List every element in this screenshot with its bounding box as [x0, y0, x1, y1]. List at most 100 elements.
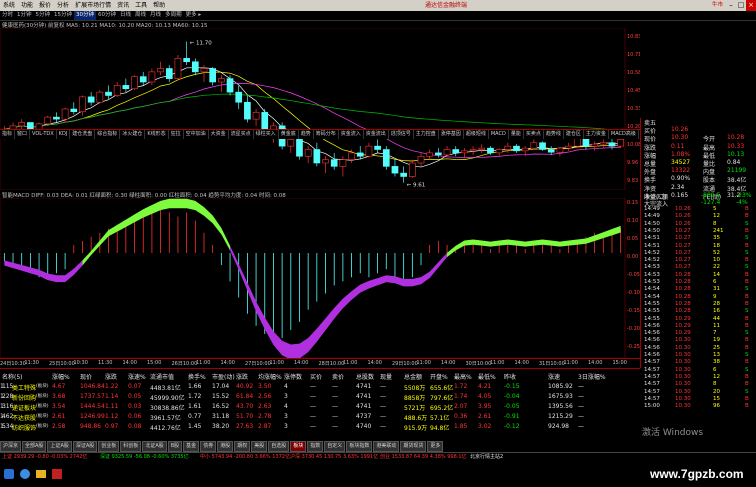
market-tab[interactable]: 美股 [251, 441, 268, 452]
indicator-tab[interactable]: 逃顶信号 [389, 130, 414, 139]
menu-item-tools[interactable]: 工具 [132, 0, 150, 11]
indicator-tab[interactable]: 黄金底 [279, 130, 299, 139]
menu-item-function[interactable]: 功能 [18, 0, 36, 11]
market-tab[interactable]: 指数 [307, 441, 324, 452]
table-header-cell[interactable]: 涨幅% [52, 372, 70, 381]
period-tab[interactable]: 30分钟 [74, 11, 97, 20]
table-header-cell[interactable]: 昨收 [504, 372, 516, 381]
market-tab[interactable]: 更多 [427, 441, 444, 452]
indicator-tab[interactable]: 涨停基因 [439, 130, 464, 139]
table-header-cell[interactable]: 流通市值 [150, 372, 174, 381]
market-tab[interactable]: 自选股 [268, 441, 290, 452]
indicator-tab[interactable]: 绿柱买入 [254, 130, 279, 139]
table-row[interactable]: 5 纺织服饰 (板块) 2.58 948.86 0.97 0.08 4412.76亿 1.45 3… [0, 422, 640, 432]
indicator-tab[interactable]: 智能MACD [639, 130, 640, 139]
market-tab[interactable]: 债券 [200, 441, 217, 452]
market-tab[interactable]: 自定义 [324, 441, 346, 452]
indicator-tab[interactable]: VOL-TDX [30, 130, 57, 139]
start-icon[interactable] [4, 469, 14, 479]
period-tab[interactable]: 多周期 [163, 11, 184, 20]
table-row[interactable]: 1 类工特殊 (板块) 4.67 1046.84 1.22 0.07 4483.81亿 1.66… [0, 382, 640, 392]
indicator-tab[interactable]: MACD [489, 130, 509, 139]
menu-item-quote[interactable]: 报价 [36, 0, 54, 11]
indicator-tab[interactable]: 主力资金 [584, 130, 609, 139]
indicator-tab[interactable]: 超级短线 [464, 130, 489, 139]
candlestick-chart[interactable]: ← 11.70 ← 9.61 10.83 10.71 10.58 10.45 10.33 10… [0, 28, 640, 190]
period-tab[interactable]: 15分钟 [52, 11, 74, 20]
indicator-tab[interactable]: 狂拉 [169, 130, 184, 139]
indicator-tab[interactable]: 流星买点 [229, 130, 254, 139]
table-header-cell[interactable]: 3日涨幅% [578, 372, 606, 381]
indicator-tab[interactable]: 买卖点 [524, 130, 544, 139]
period-tab[interactable]: 60分钟 [96, 11, 118, 20]
menu-item-ext-market[interactable]: 扩展市场行情 [72, 0, 114, 11]
market-tab[interactable]: 深证A股 [72, 441, 98, 452]
market-tab[interactable]: 港美联动 [373, 441, 400, 452]
indicator-tab[interactable]: 建仓洗盘 [70, 130, 96, 139]
indicator-tab[interactable]: 建仓区 [564, 130, 584, 139]
minimize-icon[interactable]: – [726, 0, 736, 11]
market-tab[interactable]: 基金 [183, 441, 200, 452]
market-tab[interactable]: 期权 [234, 441, 251, 452]
indicator-tab[interactable]: 窗口 [15, 130, 31, 139]
market-tab[interactable]: 期货现货 [400, 441, 427, 452]
indicator-tab[interactable]: KDJ [57, 130, 71, 139]
indicator-tab[interactable]: 筹码分布 [314, 130, 339, 139]
market-tab[interactable]: 北证A股 [142, 441, 167, 452]
menu-item-info[interactable]: 资讯 [114, 0, 132, 11]
period-tab[interactable]: 1分钟 [15, 11, 34, 20]
table-header-cell[interactable]: 市盈(动) [212, 372, 235, 381]
market-tab[interactable]: 沪深京 [0, 441, 22, 452]
period-tab[interactable]: 分时 [0, 11, 15, 20]
indicator-tab[interactable]: 综合指标 [95, 130, 121, 139]
indicator-tab[interactable]: 主力控盘 [414, 130, 439, 139]
table-header-cell[interactable]: 最低% [478, 372, 496, 381]
period-tab[interactable]: 周线 [133, 11, 148, 20]
table-header-cell[interactable]: 开盘% [430, 372, 448, 381]
table-header-cell[interactable]: 买价 [310, 372, 322, 381]
menu-item-analysis[interactable]: 分析 [54, 0, 72, 11]
indicator-tab[interactable]: 资金流入 [339, 130, 364, 139]
table-header-cell[interactable]: 换手% [188, 372, 206, 381]
browser-icon[interactable] [20, 469, 30, 479]
maximize-icon[interactable]: □ [736, 0, 746, 11]
period-tab[interactable]: 更多 ▸ [184, 11, 204, 20]
indicator-tab[interactable]: 空中加油 [184, 130, 209, 139]
market-tab[interactable]: 创业板 [98, 441, 120, 452]
indicator-tab[interactable]: K线形态 [145, 130, 169, 139]
table-header-cell[interactable]: 现量 [380, 372, 392, 381]
table-row[interactable]: 3 递证板块 (板块) 3.54 1444.54 1.11 0.03 30838.86亿 1.6… [0, 402, 640, 412]
table-header-cell[interactable]: 涨跌 [105, 372, 117, 381]
table-header-cell[interactable]: 名称(5) [2, 372, 23, 381]
close-icon[interactable]: × [746, 0, 756, 11]
indicator-tab[interactable]: MACD高级 [609, 130, 639, 139]
menu-item-system[interactable]: 系统 [0, 0, 18, 11]
indicator-tab[interactable]: 大资金 [209, 130, 229, 139]
market-tab[interactable]: 科创板 [120, 441, 142, 452]
menu-item-help[interactable]: 帮助 [150, 0, 168, 11]
table-row[interactable]: 2 新份回购 (板块) 3.68 1737.57 1.14 0.05 45999.90亿 1.7… [0, 392, 640, 402]
period-tab[interactable]: 5分钟 [34, 11, 53, 20]
market-tab[interactable]: 板块 [290, 441, 307, 452]
table-row[interactable]: 4 不达获股 (板块) 2.61 1246.99 1.12 0.06 3961.57亿 0.77… [0, 412, 640, 422]
market-tab[interactable]: 全部A股 [22, 441, 47, 452]
market-tab[interactable]: 港股 [217, 441, 234, 452]
folder-icon[interactable] [36, 470, 46, 478]
market-tab[interactable]: 上证A股 [47, 441, 72, 452]
market-tab[interactable]: B股 [167, 441, 183, 452]
indicator-tab[interactable]: 趋势线 [544, 130, 564, 139]
table-header-cell[interactable]: 涨停数 [284, 372, 302, 381]
tick-list[interactable]: 14:49 10.26 5 B 14:49 10.26 12 B 14:50 10.26 8 S 14:… [641, 206, 756, 456]
table-header-cell[interactable]: 总股数 [356, 372, 374, 381]
indicator-tab[interactable]: 冰火建仓 [120, 130, 146, 139]
period-tab[interactable]: 月线 [148, 11, 163, 20]
table-header-cell[interactable]: 涨速 [548, 372, 560, 381]
indicator-tab[interactable]: 资金流出 [364, 130, 389, 139]
table-header-cell[interactable]: 现价 [80, 372, 92, 381]
table-header-cell[interactable]: 最高% [454, 372, 472, 381]
table-header-cell[interactable]: 均涨幅% [258, 372, 282, 381]
market-tab[interactable]: 板块指数 [346, 441, 373, 452]
indicator-tab[interactable]: 指标 [0, 130, 16, 139]
period-tab[interactable]: 日线 [118, 11, 133, 20]
app-icon[interactable] [52, 469, 62, 479]
